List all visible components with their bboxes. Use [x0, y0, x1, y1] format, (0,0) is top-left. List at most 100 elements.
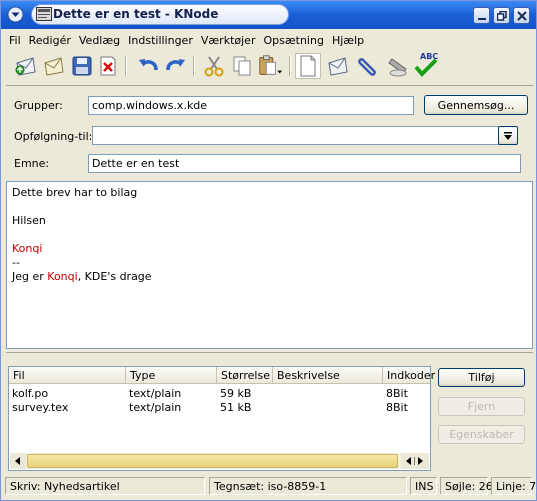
paste-button[interactable]	[257, 53, 283, 79]
body-line: Hilsen	[12, 214, 46, 227]
undo-button[interactable]	[135, 53, 161, 79]
window-menu-icon[interactable]	[7, 6, 24, 23]
send-later-icon	[44, 57, 64, 76]
attachment-properties-button[interactable]: Egenskaber	[438, 425, 525, 444]
copy-icon	[233, 56, 251, 76]
scroll-left-button[interactable]	[10, 453, 26, 469]
cut-button[interactable]	[201, 53, 227, 79]
status-message-type: Skriv: Nyhedsartikel	[5, 477, 205, 495]
copy-button[interactable]	[229, 53, 255, 79]
chevron-down-icon	[504, 131, 512, 140]
signature-separator: --	[12, 256, 20, 269]
attachments-header: Fil Type Størrelse Beskrivelse Indkoder	[9, 367, 435, 384]
toolbar-separator	[125, 56, 127, 76]
minimize-icon	[477, 17, 486, 20]
cut-icon	[204, 56, 224, 77]
spellcheck-button[interactable]: ABC	[413, 52, 439, 79]
followup-field[interactable]	[92, 126, 510, 145]
column-encoder[interactable]: Indkoder	[383, 367, 435, 384]
menu-setup[interactable]: Opsætning	[259, 32, 327, 50]
menu-attach[interactable]: Vedlæg	[75, 32, 124, 50]
new-document-button[interactable]	[295, 53, 321, 79]
arrow-left-icon	[15, 457, 20, 465]
followup-label: Opfølgning-til:	[14, 130, 93, 143]
body-line: Dette brev har to bilag	[12, 186, 138, 199]
send-later-button[interactable]	[41, 53, 67, 79]
cell-type: text/plain	[129, 387, 182, 400]
cell-file: survey.tex	[12, 401, 69, 414]
subject-label: Emne:	[14, 157, 50, 170]
signature-text: , KDE's drage	[77, 270, 152, 283]
body-blank-line	[12, 200, 527, 214]
attach-file-button[interactable]	[325, 53, 351, 79]
cell-encoder: 8Bit	[386, 387, 408, 400]
cell-description	[273, 387, 383, 400]
cell-size: 59 kB	[220, 387, 252, 400]
send-now-button[interactable]	[13, 53, 39, 79]
signature-text: Jeg er	[12, 270, 48, 283]
status-column: Søjle: 26	[440, 477, 493, 495]
close-button[interactable]	[513, 7, 530, 24]
table-row[interactable]: kolf.po text/plain 59 kB 8Bit	[9, 387, 430, 400]
subject-field[interactable]: Dette er en test	[88, 154, 521, 173]
maximize-button[interactable]	[493, 7, 510, 24]
menubar: Fil Redigér Vedlæg Indstillinger Værktøj…	[5, 32, 368, 50]
delete-button[interactable]	[95, 53, 121, 79]
cell-file: kolf.po	[12, 387, 49, 400]
attach-file-icon	[328, 57, 348, 76]
signature-line: Jeg er Konqi, KDE's drage	[12, 270, 527, 284]
message-body-editor[interactable]: Dette brev har to bilag Hilsen Konqi -- …	[6, 181, 533, 349]
minimize-button[interactable]	[473, 7, 490, 24]
cell-type: text/plain	[129, 401, 182, 414]
toolbar-separator	[193, 56, 195, 76]
remove-attachment-button[interactable]: Fjern	[438, 397, 525, 416]
add-attachment-button[interactable]: Tilføj	[438, 368, 525, 387]
table-row[interactable]: survey.tex text/plain 51 kB 8Bit	[9, 401, 430, 414]
column-size[interactable]: Størrelse	[217, 367, 273, 384]
scrollbar-thumb[interactable]	[27, 454, 398, 468]
attachments-list[interactable]: Fil Type Størrelse Beskrivelse Indkoder …	[8, 366, 435, 471]
arrow-left-right-icon	[406, 457, 423, 465]
groups-field[interactable]: comp.windows.x.kde	[88, 96, 414, 115]
save-button[interactable]	[69, 53, 95, 79]
new-document-icon	[300, 55, 316, 77]
sign-button[interactable]	[385, 53, 411, 79]
column-description[interactable]: Beskrivelse	[273, 367, 383, 384]
signature-highlight: Konqi	[47, 270, 78, 283]
cell-size: 51 kB	[220, 401, 252, 414]
menu-file[interactable]: Fil	[5, 32, 25, 50]
close-icon	[516, 10, 527, 21]
scroll-right-button[interactable]	[401, 453, 429, 469]
delete-icon	[100, 56, 116, 76]
status-charset: Tegnsæt: iso-8859-1	[209, 477, 407, 495]
title-bar[interactable]: Dette er en test - KNode	[1, 1, 536, 29]
cell-encoder: 8Bit	[386, 401, 408, 414]
column-type[interactable]: Type	[126, 367, 217, 384]
spellcheck-label: ABC	[420, 52, 439, 61]
attach-clip-icon	[358, 58, 376, 76]
body-signature-name: Konqi	[12, 242, 43, 255]
cell-description	[273, 401, 383, 414]
menu-edit[interactable]: Redigér	[25, 32, 75, 50]
document-app-icon	[36, 7, 52, 23]
menu-settings[interactable]: Indstillinger	[124, 32, 197, 50]
status-line: Linje: 7	[491, 477, 536, 495]
pane-splitter[interactable]	[6, 352, 533, 358]
column-file[interactable]: Fil	[9, 367, 126, 384]
redo-icon	[166, 59, 185, 71]
groups-label: Grupper:	[14, 99, 63, 112]
horizontal-scrollbar[interactable]	[10, 453, 429, 469]
status-insert-mode: INS	[410, 477, 437, 495]
attach-clip-button[interactable]	[355, 53, 381, 79]
status-bar: Skriv: Nyhedsartikel Tegnsæt: iso-8859-1…	[3, 477, 536, 496]
save-icon	[72, 56, 92, 76]
window-title: Dette er en test - KNode	[53, 7, 219, 21]
menu-help[interactable]: Hjælp	[328, 32, 368, 50]
browse-button[interactable]: Gennemsøg...	[424, 95, 528, 115]
restore-icon	[496, 10, 507, 21]
redo-button[interactable]	[163, 53, 189, 79]
send-now-icon	[15, 57, 36, 76]
body-blank-line	[12, 228, 527, 242]
menu-tools[interactable]: Værktøjer	[197, 32, 260, 50]
followup-dropdown-button[interactable]	[498, 126, 518, 145]
